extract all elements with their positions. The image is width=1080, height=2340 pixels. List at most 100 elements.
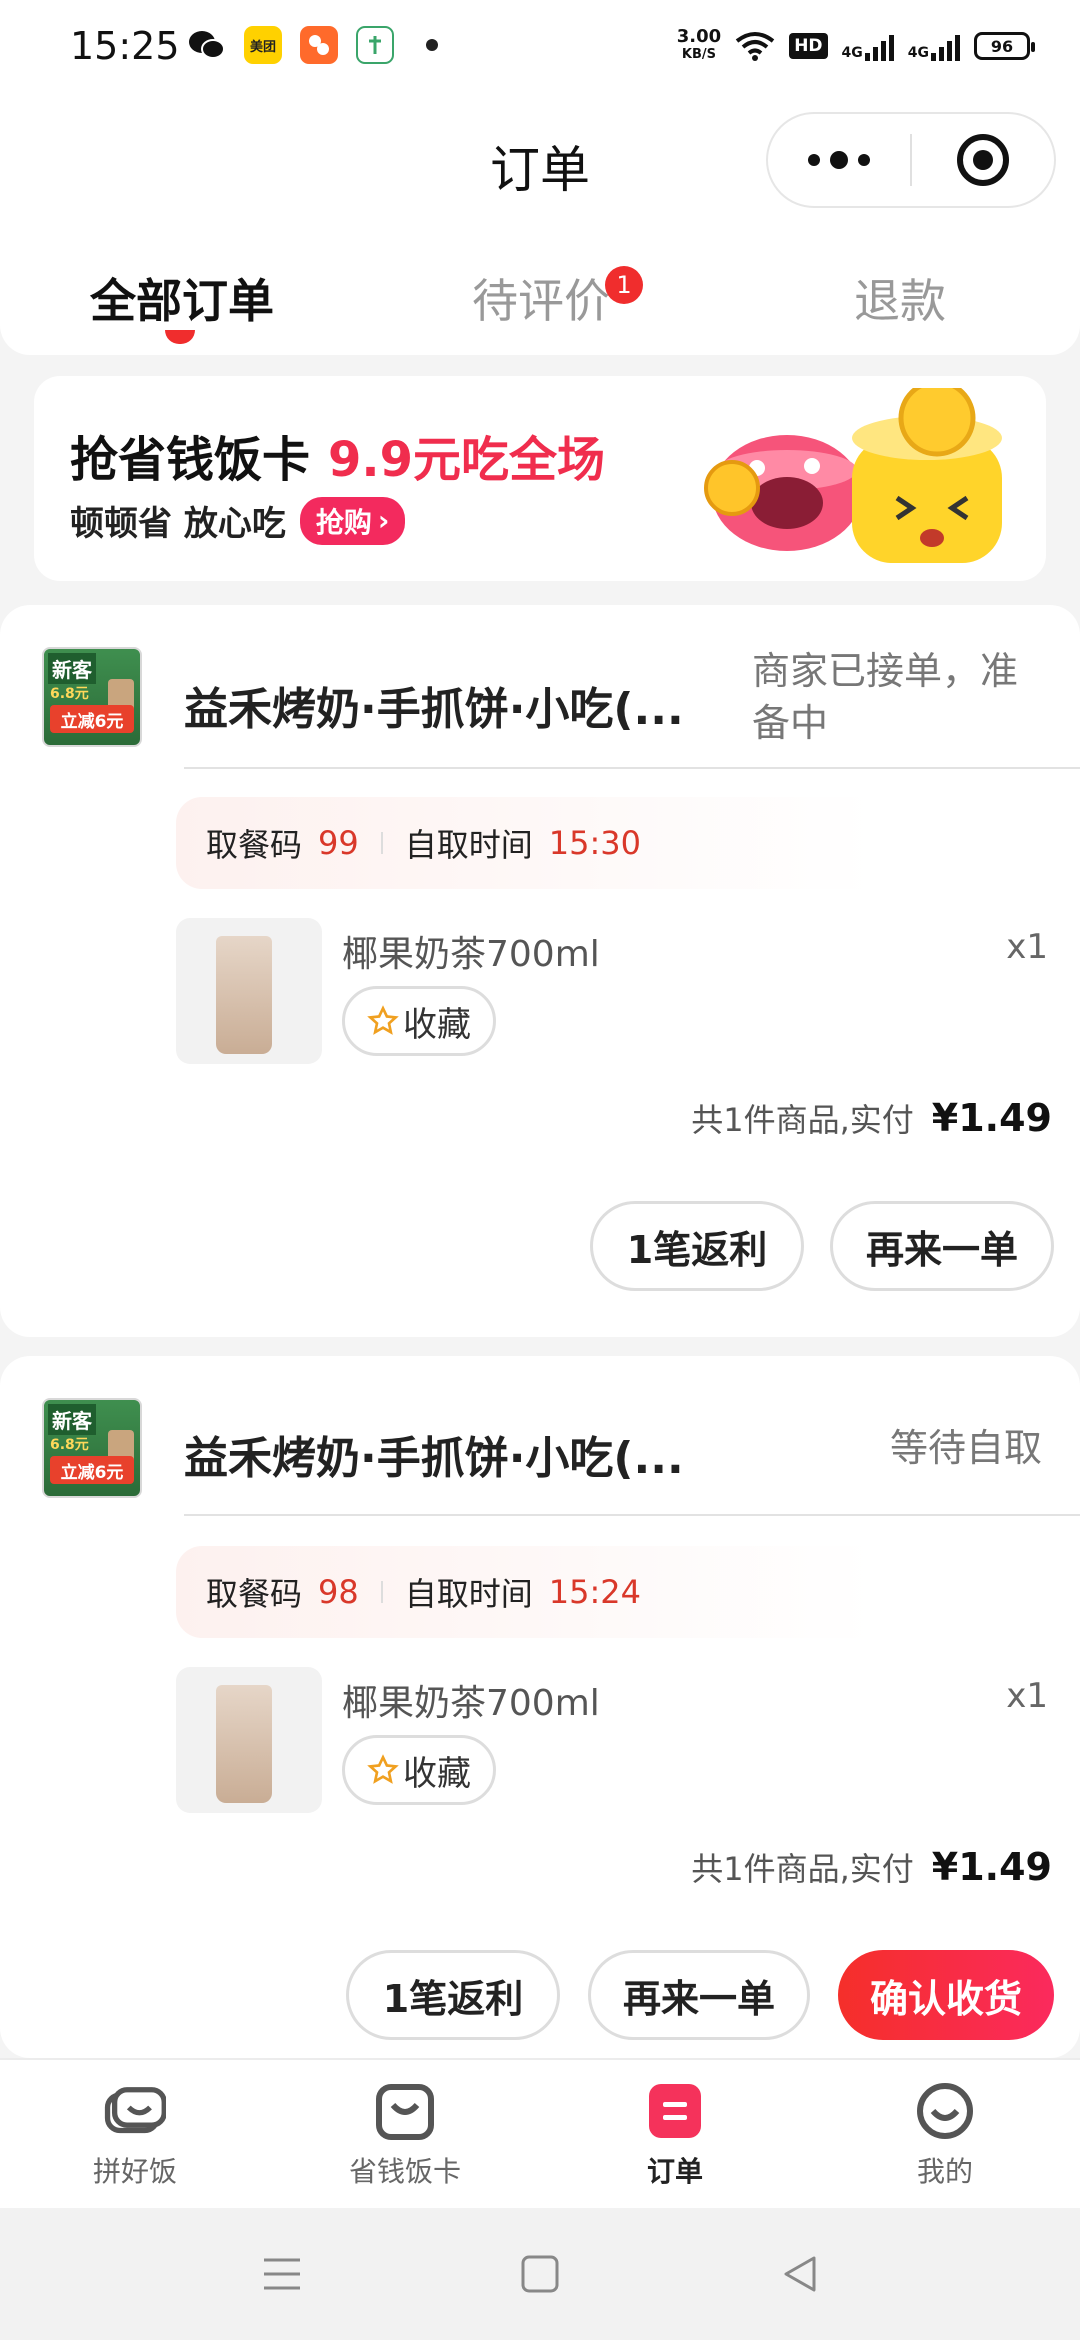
shop-name[interactable]: 益禾烤奶·手抓饼·小吃(... [184, 673, 684, 737]
more-button[interactable] [768, 114, 910, 206]
chevron-right-icon: › [377, 504, 390, 537]
banner-buy-label: 抢购 [315, 505, 372, 539]
product-image[interactable] [176, 1667, 322, 1813]
wechat-icon [188, 26, 226, 64]
banner-highlight: 9.9元吃全场 [328, 432, 606, 488]
product-quantity: x1 [1006, 1676, 1048, 1716]
banner-subtitle-text: 顿顿省 放心吃 [70, 504, 286, 544]
favorite-button[interactable]: 收藏 [342, 1735, 496, 1805]
order-tabs: 全部订单 待评价 1 退款 [0, 230, 1080, 355]
menu-icon[interactable] [258, 2250, 306, 2298]
shop-name[interactable]: 益禾烤奶·手抓饼·小吃(... [184, 1422, 684, 1486]
reorder-button[interactable]: 再来一单 [588, 1950, 810, 2040]
target-icon [956, 134, 1009, 186]
nav-label: 订单 [646, 2155, 703, 2188]
milk-tea-cup [216, 936, 272, 1054]
signal-label: 4G [907, 45, 929, 61]
pickup-time-label: 自取时间 [404, 826, 533, 864]
logo-promo: 立减6元 [50, 705, 134, 733]
home-icon[interactable] [516, 2250, 564, 2298]
banner-buy-button[interactable]: 抢购 › [299, 496, 406, 545]
notification-icons: 美团 [188, 26, 438, 64]
total-label: 共1件商品,实付 [691, 1850, 914, 1888]
back-icon[interactable] [776, 2250, 824, 2298]
order-status: 等待自取 [889, 1426, 1042, 1470]
meituan-icon: 美团 [244, 26, 282, 64]
signal-4g-1: 4G [842, 31, 894, 61]
order-card[interactable]: 新客 6.8元 立减6元 益禾烤奶·手抓饼·小吃(... 等待自取 取餐码 98… [0, 1356, 1080, 2058]
confirm-receipt-button[interactable]: 确认收货 [838, 1950, 1054, 2040]
banner-subtitle: 顿顿省 放心吃 抢购 › [70, 496, 406, 545]
rebate-button[interactable]: 1笔返利 [346, 1950, 560, 2040]
pickup-info: 取餐码 99 自取时间 15:30 [176, 797, 1050, 889]
pickup-code-label: 取餐码 [206, 826, 303, 864]
favorite-label: 收藏 [403, 1753, 471, 1794]
close-miniapp-button[interactable] [912, 114, 1054, 206]
net-speed: 3.00 KB/S [677, 28, 721, 64]
divider [184, 1514, 1080, 1516]
logo-tag: 新客 [48, 653, 96, 684]
fancard-icon [374, 2080, 436, 2142]
nav-item-pinhaofan[interactable]: 拼好饭 [35, 2080, 235, 2190]
pickup-code: 98 [318, 1573, 359, 1611]
total-price: ¥1.49 [931, 1096, 1052, 1140]
favorite-button[interactable]: 收藏 [342, 986, 496, 1056]
nav-label: 拼好饭 [92, 2155, 177, 2188]
pickup-code-label: 取餐码 [206, 1575, 303, 1613]
star-icon [367, 1005, 399, 1035]
favorite-label: 收藏 [403, 1004, 471, 1045]
pickup-code: 99 [318, 824, 359, 862]
tab-refund[interactable]: 退款 [854, 265, 946, 331]
pickup-time-label: 自取时间 [404, 1575, 533, 1613]
logo-price: 6.8元 [50, 686, 89, 702]
product-name: 椰果奶茶700ml [342, 934, 600, 975]
wifi-icon [735, 32, 775, 61]
header: 订单 [0, 100, 1080, 230]
banner-title: 抢省钱饭卡 9.9元吃全场 [70, 420, 605, 490]
pending-review-badge: 1 [605, 266, 643, 304]
logo-promo: 立减6元 [50, 1456, 134, 1484]
promo-banner[interactable]: 抢省钱饭卡 9.9元吃全场 顿顿省 放心吃 抢购 › [34, 376, 1046, 581]
net-speed-unit: KB/S [681, 47, 717, 62]
net-speed-value: 3.00 [676, 26, 722, 47]
separator [380, 832, 383, 854]
nav-item-fancard[interactable]: 省钱饭卡 [305, 2080, 505, 2190]
divider [184, 767, 1080, 769]
banner-title-text: 抢省钱饭卡 [70, 432, 311, 488]
nav-item-profile[interactable]: 我的 [845, 2080, 1045, 2190]
logo-tag: 新客 [48, 1404, 96, 1435]
total-price: ¥1.49 [931, 1845, 1052, 1889]
order-card[interactable]: 新客 6.8元 立减6元 益禾烤奶·手抓饼·小吃(... 商家已接单，准备中 取… [0, 605, 1080, 1337]
tab-pending-review[interactable]: 待评价 [472, 265, 610, 331]
pickup-time: 15:30 [548, 824, 641, 862]
nav-item-orders[interactable]: 订单 [575, 2080, 775, 2190]
star-icon [367, 1754, 399, 1784]
profile-icon [914, 2080, 976, 2142]
app-orange-icon [300, 26, 338, 64]
pinhaofan-icon [104, 2080, 166, 2142]
total-label: 共1件商品,实付 [691, 1101, 914, 1139]
nav-label: 我的 [916, 2155, 973, 2188]
shop-logo: 新客 6.8元 立减6元 [42, 647, 142, 747]
miniapp-capsule [766, 112, 1056, 208]
orders-icon [644, 2080, 706, 2142]
dot [808, 154, 820, 166]
rebate-button[interactable]: 1笔返利 [590, 1201, 804, 1291]
product-quantity: x1 [1006, 927, 1048, 967]
tab-all-orders[interactable]: 全部订单 [90, 265, 274, 331]
mascot-illustration [704, 388, 1002, 563]
product-image[interactable] [176, 918, 322, 1064]
app-green-icon [356, 26, 394, 64]
product-name: 椰果奶茶700ml [342, 1683, 600, 1724]
pickup-time: 15:24 [548, 1573, 641, 1611]
nav-label: 省钱饭卡 [348, 2155, 461, 2188]
order-total: 共1件商品,实付 ¥1.49 [691, 1095, 1052, 1141]
order-status: 商家已接单，准备中 [752, 649, 1019, 745]
reorder-button[interactable]: 再来一单 [830, 1201, 1054, 1291]
clock: 15:25 [70, 24, 180, 68]
battery-icon: 96 [974, 32, 1035, 60]
signal-4g-2: 4G [908, 31, 960, 61]
logo-price: 6.8元 [50, 1437, 89, 1453]
milk-tea-cup [216, 1685, 272, 1803]
shop-logo: 新客 6.8元 立减6元 [42, 1398, 142, 1498]
